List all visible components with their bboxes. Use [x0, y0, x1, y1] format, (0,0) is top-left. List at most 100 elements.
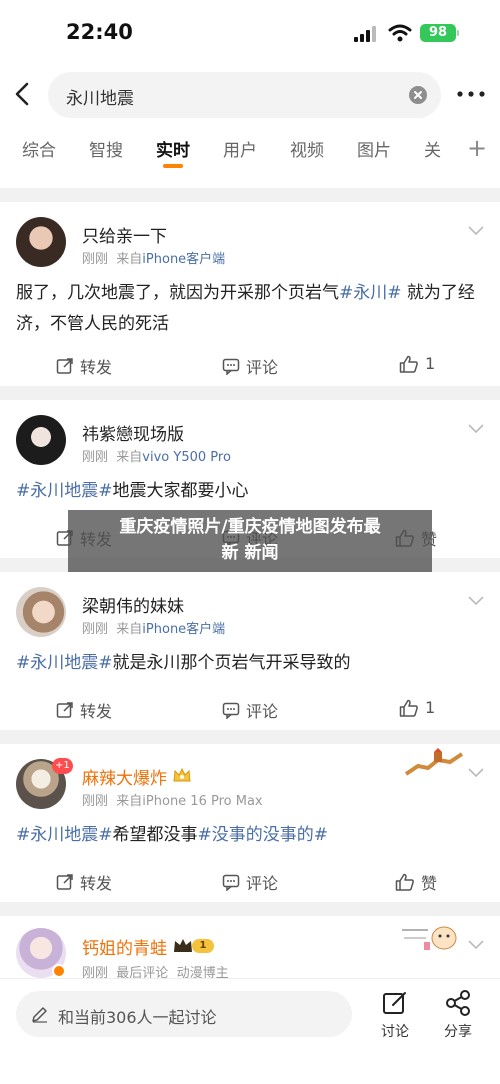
like-button[interactable]: 1 [399, 698, 435, 717]
search-tabs: 综合 智搜 实时 用户 视频 图片 关 + [0, 124, 500, 188]
repost-button[interactable]: 转发 [56, 870, 112, 894]
back-arrow-icon[interactable] [10, 80, 36, 108]
crown-badge-icon [173, 767, 191, 782]
discussion-placeholder: 和当前306人一起讨论 [58, 1008, 217, 1027]
post-hashtag[interactable]: #永川地震# [16, 481, 113, 501]
pencil-icon [32, 1007, 47, 1023]
discuss-button[interactable]: 讨论 [373, 989, 417, 1041]
more-options-icon[interactable] [456, 88, 486, 100]
like-count: 1 [425, 698, 436, 717]
chevron-down-icon[interactable] [468, 768, 484, 778]
active-tab-indicator [163, 164, 183, 168]
post-time: 刚刚 [82, 622, 109, 637]
thumbs-up-icon [399, 699, 418, 717]
post-username[interactable]: 钙姐的青蛙 [82, 934, 167, 959]
like-label: 赞 [421, 874, 438, 893]
share-button[interactable]: 分享 [436, 989, 480, 1041]
post-source[interactable]: iPhone客户端 [142, 622, 225, 637]
repost-icon [56, 358, 73, 374]
like-count: 1 [425, 354, 436, 373]
crown-icon [174, 939, 192, 952]
wifi-icon [388, 24, 412, 42]
status-bar: 22:40 98 [0, 0, 500, 64]
post-source: iPhone 16 Pro Max [142, 794, 263, 809]
comment-label: 评论 [246, 874, 279, 893]
post-source-prefix: 来自 [116, 450, 143, 465]
repost-button[interactable]: 转发 [56, 354, 112, 378]
overlay-caption-line1: 重庆疫情照片/重庆疫情地图发布最 [119, 517, 381, 537]
share-icon [446, 990, 470, 1016]
like-button[interactable]: 赞 [395, 870, 437, 894]
chevron-down-icon[interactable] [468, 940, 484, 950]
chevron-down-icon[interactable] [468, 226, 484, 236]
post-hashtag[interactable]: #永川# [339, 283, 402, 303]
post-time: 刚刚 [82, 794, 109, 809]
tab-videos[interactable]: 视频 [290, 136, 324, 161]
overlay-caption: 重庆疫情照片/重庆疫情地图发布最 新 新闻 [68, 510, 432, 572]
post-username[interactable]: 梁朝伟的妹妹 [82, 592, 184, 617]
post-text: 服了，几次地震了，就因为开采那个页岩气#永川# 就为了经济，不管人民的死活 [16, 278, 486, 340]
post-card[interactable]: 只给亲一下 刚刚 来自iPhone客户端 服了，几次地震了，就因为开采那个页岩气… [0, 202, 500, 386]
comment-label: 评论 [246, 358, 279, 377]
comment-button[interactable]: 评论 [222, 870, 278, 894]
post-card[interactable]: 梁朝伟的妹妹 刚刚 来自iPhone客户端 #永川地震#就是永川那个页岩气开采导… [0, 572, 500, 730]
cartoon-sticker-decoration-icon [402, 926, 457, 950]
post-text-body: 希望都没事 [112, 825, 198, 845]
post-time: 刚刚 [82, 450, 109, 465]
like-button[interactable]: 1 [399, 354, 435, 373]
thumbs-up-icon [399, 355, 418, 373]
post-hashtag-2[interactable]: #没事的没事的# [198, 825, 329, 845]
repost-label: 转发 [80, 874, 113, 893]
post-card[interactable]: 钙姐的青蛙 1 刚刚 最后评论 动漫博主 [0, 916, 500, 986]
post-username[interactable]: 祎紫戀现场版 [82, 420, 184, 445]
post-username[interactable]: 麻辣大爆炸 [82, 764, 167, 789]
post-hashtag[interactable]: #永川地震# [16, 653, 113, 673]
post-source-prefix: 来自 [116, 622, 143, 637]
chevron-down-icon[interactable] [468, 424, 484, 434]
great-wall-decoration-icon [404, 748, 464, 776]
level-number: 1 [192, 939, 214, 953]
tab-smart-search[interactable]: 智搜 [89, 136, 123, 161]
repost-button[interactable]: 转发 [56, 698, 112, 722]
status-time: 22:40 [66, 20, 133, 44]
post-card[interactable]: +1 麻辣大爆炸 刚刚 来自iPhone 16 Pro Max #永川地震#希望… [0, 744, 500, 902]
post-actions: 转发 评论 1 [0, 698, 500, 726]
search-query: 永川地震 [66, 89, 134, 109]
tab-realtime[interactable]: 实时 [156, 136, 190, 161]
clear-search-icon[interactable] [409, 86, 427, 104]
post-username[interactable]: 只给亲一下 [82, 222, 167, 247]
tab-follow[interactable]: 关 [424, 136, 441, 161]
post-actions: 转发 评论 赞 [0, 870, 500, 898]
post-source-prefix: 来自 [116, 252, 143, 267]
comment-button[interactable]: 评论 [222, 698, 278, 722]
chevron-down-icon[interactable] [468, 596, 484, 606]
battery-tip [457, 30, 459, 36]
avatar[interactable] [16, 415, 66, 465]
tab-comprehensive[interactable]: 综合 [22, 136, 56, 161]
verified-badge-icon [52, 964, 66, 978]
post-text: #永川地震#希望都没事#没事的没事的# [16, 820, 486, 851]
add-tab-icon[interactable]: + [467, 134, 487, 162]
tab-users[interactable]: 用户 [223, 136, 257, 161]
post-hashtag[interactable]: #永川地震# [16, 825, 113, 845]
post-meta: 刚刚 来自iPhone客户端 [82, 618, 225, 637]
comment-icon [222, 702, 240, 719]
search-header: 永川地震 [0, 64, 500, 124]
battery-indicator: 98 [420, 24, 456, 42]
avatar[interactable] [16, 587, 66, 637]
post-source[interactable]: vivo Y500 Pro [142, 450, 231, 465]
post-text: #永川地震#就是永川那个页岩气开采导致的 [16, 648, 486, 679]
overlay-caption-line2: 新 新闻 [221, 543, 279, 563]
discuss-label: 讨论 [381, 1024, 409, 1040]
post-text-body: 就是永川那个页岩气开采导致的 [112, 653, 351, 673]
tab-images[interactable]: 图片 [357, 136, 391, 161]
discussion-input[interactable]: 和当前306人一起讨论 [16, 991, 352, 1037]
comment-label: 评论 [246, 702, 279, 721]
post-source[interactable]: iPhone客户端 [142, 252, 225, 267]
post-meta: 刚刚 来自vivo Y500 Pro [82, 446, 231, 465]
comment-icon [222, 874, 240, 891]
avatar[interactable] [16, 217, 66, 267]
search-input[interactable]: 永川地震 [48, 72, 441, 118]
comment-button[interactable]: 评论 [222, 354, 278, 378]
comment-icon [222, 358, 240, 375]
